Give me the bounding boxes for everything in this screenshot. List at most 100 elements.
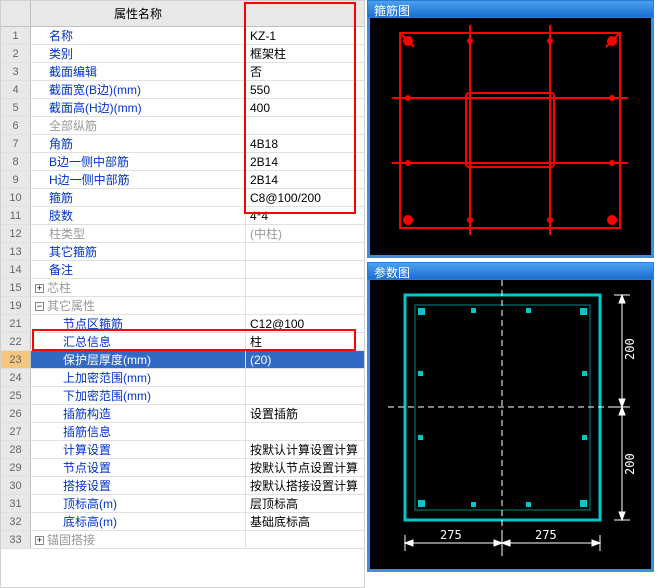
property-row[interactable]: 32底标高(m)基础底标高 (1, 513, 364, 531)
property-row[interactable]: 19−其它属性 (1, 297, 364, 315)
property-value-cell[interactable]: KZ-1 (246, 27, 364, 44)
row-number: 10 (1, 189, 31, 206)
property-value-cell[interactable]: 否 (246, 63, 364, 80)
property-row[interactable]: 29节点设置按默认节点设置计算 (1, 459, 364, 477)
property-name-cell[interactable]: 截面高(H边)(mm) (31, 99, 246, 116)
property-name-cell[interactable]: 箍筋 (31, 189, 246, 206)
property-name-cell[interactable]: +锚固搭接 (31, 531, 246, 548)
property-name-cell[interactable]: 柱类型 (31, 225, 246, 242)
property-value-cell[interactable] (246, 387, 364, 404)
property-name-cell[interactable]: 上加密范围(mm) (31, 369, 246, 386)
property-name-cell[interactable]: 顶标高(m) (31, 495, 246, 512)
property-name-cell[interactable]: B边一侧中部筋 (31, 153, 246, 170)
property-name-cell[interactable]: 备注 (31, 261, 246, 278)
property-row[interactable]: 2类别框架柱 (1, 45, 364, 63)
property-value-cell[interactable]: 2B14 (246, 153, 364, 170)
tree-toggle-icon[interactable]: − (35, 302, 44, 311)
property-name-cell[interactable]: 汇总信息 (31, 333, 246, 350)
property-row[interactable]: 26插筋构造设置插筋 (1, 405, 364, 423)
property-row[interactable]: 24上加密范围(mm) (1, 369, 364, 387)
tree-toggle-icon[interactable]: + (35, 536, 44, 545)
row-number: 3 (1, 63, 31, 80)
property-value-cell[interactable]: 按默认节点设置计算 (246, 459, 364, 476)
property-value-cell[interactable] (246, 279, 364, 296)
property-row[interactable]: 5截面高(H边)(mm)400 (1, 99, 364, 117)
property-row[interactable]: 10箍筋C8@100/200 (1, 189, 364, 207)
property-name-cell[interactable]: 节点区箍筋 (31, 315, 246, 332)
property-value-cell[interactable]: 550 (246, 81, 364, 98)
property-row[interactable]: 25下加密范围(mm) (1, 387, 364, 405)
row-number: 32 (1, 513, 31, 530)
property-row[interactable]: 15+芯柱 (1, 279, 364, 297)
property-row[interactable]: 14备注 (1, 261, 364, 279)
property-value-cell[interactable]: C12@100 (246, 315, 364, 332)
property-name-cell[interactable]: 插筋信息 (31, 423, 246, 440)
property-row[interactable]: 30搭接设置按默认搭接设置计算 (1, 477, 364, 495)
row-number: 13 (1, 243, 31, 260)
property-name-cell[interactable]: H边一侧中部筋 (31, 171, 246, 188)
property-name-cell[interactable]: 肢数 (31, 207, 246, 224)
property-value-cell[interactable]: 按默认计算设置计算 (246, 441, 364, 458)
property-value-cell[interactable]: (20) (246, 351, 364, 368)
property-row[interactable]: 6全部纵筋 (1, 117, 364, 135)
property-rows: 1名称KZ-12类别框架柱3截面编辑否4截面宽(B边)(mm)5505截面高(H… (1, 27, 364, 549)
property-value-cell[interactable]: 框架柱 (246, 45, 364, 62)
property-value-cell[interactable]: C8@100/200 (246, 189, 364, 206)
property-value-cell[interactable] (246, 117, 364, 134)
property-name-cell[interactable]: 类别 (31, 45, 246, 62)
property-row[interactable]: 22汇总信息柱 (1, 333, 364, 351)
property-row[interactable]: 31顶标高(m)层顶标高 (1, 495, 364, 513)
param-diagram-title: 参数图 (367, 262, 654, 280)
tree-toggle-icon[interactable]: + (35, 284, 44, 293)
property-value-cell[interactable]: 400 (246, 99, 364, 116)
property-name-cell[interactable]: 其它箍筋 (31, 243, 246, 260)
property-value-cell[interactable]: 层顶标高 (246, 495, 364, 512)
property-value-cell[interactable] (246, 243, 364, 260)
property-name-cell[interactable]: 截面宽(B边)(mm) (31, 81, 246, 98)
property-value-cell[interactable] (246, 423, 364, 440)
stirrup-diagram-panel: 箍筋图 (367, 0, 654, 258)
property-row[interactable]: 28计算设置按默认计算设置计算 (1, 441, 364, 459)
property-row[interactable]: 7角筋4B18 (1, 135, 364, 153)
property-name-cell[interactable]: 保护层厚度(mm) (31, 351, 246, 368)
property-name-cell[interactable]: 搭接设置 (31, 477, 246, 494)
row-number: 22 (1, 333, 31, 350)
property-row[interactable]: 3截面编辑否 (1, 63, 364, 81)
property-name-cell[interactable]: −其它属性 (31, 297, 246, 314)
property-name-cell[interactable]: 插筋构造 (31, 405, 246, 422)
property-row[interactable]: 23保护层厚度(mm)(20) (1, 351, 364, 369)
property-name-cell[interactable]: 下加密范围(mm) (31, 387, 246, 404)
property-name-cell[interactable]: 截面编辑 (31, 63, 246, 80)
property-row[interactable]: 21节点区箍筋C12@100 (1, 315, 364, 333)
property-value-cell[interactable]: 设置插筋 (246, 405, 364, 422)
property-value-cell[interactable] (246, 531, 364, 548)
property-name-cell[interactable]: 计算设置 (31, 441, 246, 458)
property-value-cell[interactable] (246, 297, 364, 314)
property-name-cell[interactable]: +芯柱 (31, 279, 246, 296)
property-row[interactable]: 13其它箍筋 (1, 243, 364, 261)
property-name: 节点区箍筋 (63, 317, 123, 331)
property-value-cell[interactable]: 4B18 (246, 135, 364, 152)
property-name-cell[interactable]: 名称 (31, 27, 246, 44)
property-row[interactable]: 8B边一侧中部筋2B14 (1, 153, 364, 171)
property-value-cell[interactable]: 按默认搭接设置计算 (246, 477, 364, 494)
stirrup-diagram-svg (370, 3, 651, 255)
property-value-cell[interactable]: 柱 (246, 333, 364, 350)
property-value-cell[interactable]: 2B14 (246, 171, 364, 188)
property-row[interactable]: 4截面宽(B边)(mm)550 (1, 81, 364, 99)
property-row[interactable]: 27插筋信息 (1, 423, 364, 441)
property-value-cell[interactable] (246, 369, 364, 386)
property-name-cell[interactable]: 底标高(m) (31, 513, 246, 530)
property-name-cell[interactable]: 角筋 (31, 135, 246, 152)
property-row[interactable]: 12柱类型(中柱) (1, 225, 364, 243)
property-row[interactable]: 1名称KZ-1 (1, 27, 364, 45)
property-row[interactable]: 11肢数4*4 (1, 207, 364, 225)
property-row[interactable]: 9H边一侧中部筋2B14 (1, 171, 364, 189)
property-value-cell[interactable]: 基础底标高 (246, 513, 364, 530)
property-name-cell[interactable]: 节点设置 (31, 459, 246, 476)
property-row[interactable]: 33+锚固搭接 (1, 531, 364, 549)
property-name-cell[interactable]: 全部纵筋 (31, 117, 246, 134)
property-value-cell[interactable] (246, 261, 364, 278)
property-value-cell[interactable]: 4*4 (246, 207, 364, 224)
property-value-cell[interactable]: (中柱) (246, 225, 364, 242)
